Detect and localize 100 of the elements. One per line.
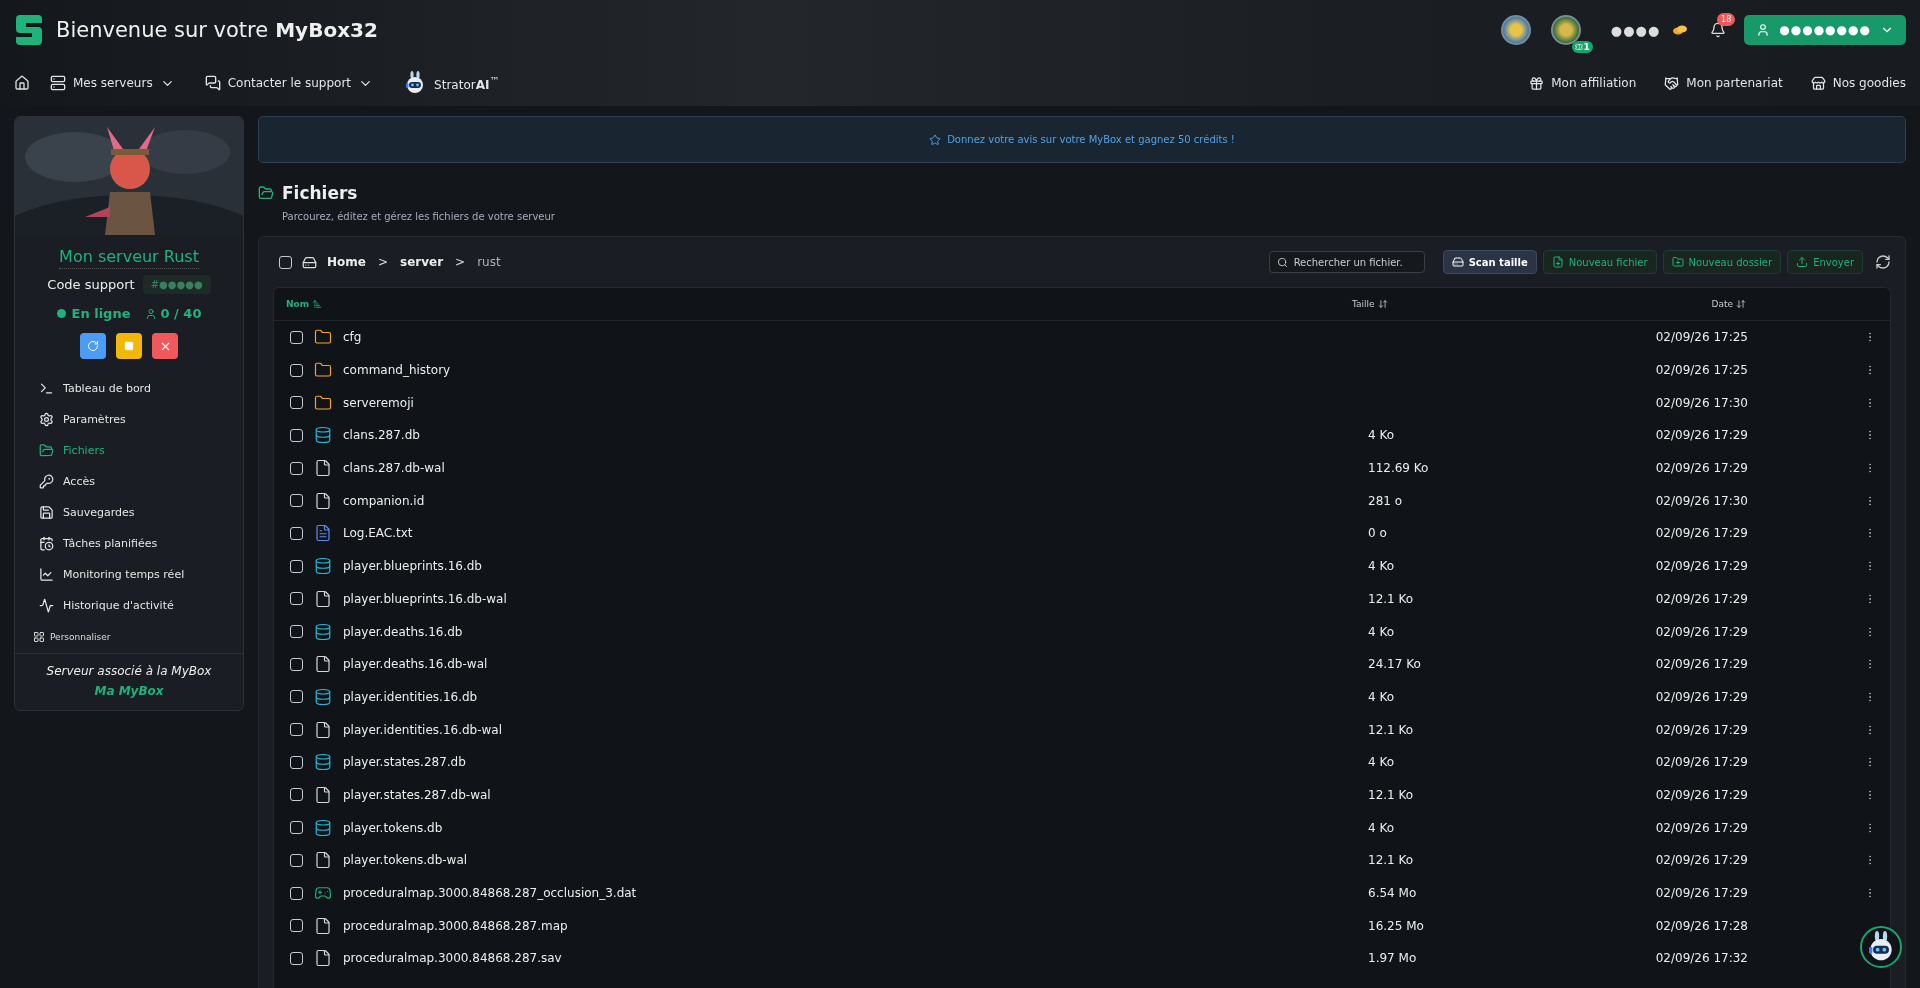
- search-field[interactable]: Rechercher un fichier.: [1268, 251, 1425, 273]
- stop-icon: [124, 341, 134, 351]
- row-checkbox[interactable]: [290, 788, 303, 802]
- file-name[interactable]: clans.287.db-wal: [343, 461, 445, 476]
- file-name[interactable]: serveremoji: [343, 395, 414, 410]
- file-name[interactable]: companion.id: [343, 493, 425, 508]
- feedback-banner[interactable]: Donnez votre avis sur votre MyBox et gagnez 50 crédits !: [258, 116, 1906, 163]
- file-name[interactable]: player.identities.16.db-wal: [343, 722, 503, 737]
- sidebar-item[interactable]: Sauvegardes: [39, 497, 243, 528]
- row-checkbox[interactable]: [290, 821, 303, 835]
- select-all-checkbox[interactable]: [279, 255, 292, 269]
- file-date: 02/09/26 17:28: [1655, 918, 1748, 933]
- row-checkbox[interactable]: [290, 690, 303, 704]
- pulse-icon: [39, 598, 54, 613]
- file-name[interactable]: player.deaths.16.db: [343, 624, 463, 639]
- folder-icon: [314, 328, 332, 347]
- user-menu-button[interactable]: ●●●●●●●●: [1744, 15, 1906, 45]
- row-checkbox[interactable]: [290, 592, 303, 606]
- nav-link[interactable]: Mon partenariat: [1664, 75, 1783, 91]
- file-name[interactable]: player.tokens.db: [343, 820, 443, 835]
- row-checkbox[interactable]: [290, 428, 303, 442]
- column-header[interactable]: Nom: [286, 299, 323, 309]
- file-name[interactable]: player.states.287.db-wal: [343, 787, 491, 802]
- logo-icon[interactable]: [14, 13, 44, 47]
- breadcrumb-link[interactable]: Home: [327, 255, 366, 269]
- row-checkbox[interactable]: [290, 886, 303, 900]
- file-size: 4 Ko: [1368, 820, 1396, 835]
- nav-menu[interactable]: Mes serveurs: [50, 75, 175, 91]
- file-name[interactable]: player.identities.16.db: [343, 689, 478, 704]
- file-name[interactable]: player.deaths.16.db-wal: [343, 657, 488, 672]
- file-name[interactable]: clans.287.db: [343, 428, 420, 443]
- toolbar-button[interactable]: Nouveau fichier: [1542, 250, 1657, 274]
- row-checkbox[interactable]: [290, 494, 303, 508]
- stop-button[interactable]: [116, 333, 142, 359]
- row-checkbox[interactable]: [290, 723, 303, 737]
- column-header[interactable]: Taille: [1352, 299, 1388, 309]
- file-name[interactable]: proceduralmap.3000.84868.287.sav: [343, 951, 562, 966]
- ai-assistant-link[interactable]: StratorAI$^{™}$: [403, 71, 500, 95]
- nav-link[interactable]: Nos goodies: [1810, 75, 1906, 91]
- text-file-icon: [314, 524, 332, 543]
- row-checkbox[interactable]: [290, 363, 303, 377]
- database-icon: [314, 426, 332, 445]
- calendar-clock-icon: [39, 536, 54, 551]
- toolbar-button[interactable]: Scan taille: [1442, 250, 1537, 274]
- row-checkbox[interactable]: [290, 396, 303, 410]
- avatar-icon[interactable]: [1500, 15, 1531, 45]
- row-checkbox[interactable]: [290, 330, 303, 344]
- database-icon: [314, 622, 332, 641]
- kill-button[interactable]: [152, 333, 178, 359]
- file-date: 02/09/26 17:29: [1655, 755, 1748, 770]
- file-date: 02/09/26 17:29: [1655, 461, 1748, 476]
- breadcrumb-link[interactable]: rust: [477, 255, 501, 269]
- row-checkbox[interactable]: [290, 526, 303, 540]
- customize-button[interactable]: Personnaliser: [15, 621, 243, 653]
- chat-icon: [204, 75, 221, 91]
- sidebar-item[interactable]: Monitoring temps réel: [39, 559, 243, 590]
- mybox-link[interactable]: Ma MyBox: [94, 684, 164, 698]
- row-checkbox[interactable]: [290, 657, 303, 671]
- avatar-icon[interactable]: [1550, 15, 1581, 45]
- refresh-button[interactable]: [1875, 254, 1891, 270]
- nav-menu[interactable]: Contacter le support: [204, 75, 374, 91]
- search-icon: [1276, 257, 1288, 268]
- sidebar-item[interactable]: Fichiers: [39, 435, 243, 466]
- home-icon[interactable]: [14, 75, 30, 91]
- file-name[interactable]: player.tokens.db-wal: [343, 853, 468, 868]
- folder-icon: [314, 361, 332, 380]
- toolbar-button[interactable]: Nouveau dossier: [1662, 250, 1782, 274]
- row-checkbox[interactable]: [290, 559, 303, 573]
- file-name[interactable]: proceduralmap.3000.84868.287.map: [343, 918, 568, 933]
- sidebar-item[interactable]: Tâches planifiées: [39, 528, 243, 559]
- row-checkbox[interactable]: [290, 461, 303, 475]
- file-date: 02/09/26 17:29: [1655, 853, 1748, 868]
- row-checkbox[interactable]: [290, 919, 303, 933]
- sidebar-item[interactable]: Tableau de bord: [39, 373, 243, 404]
- row-checkbox[interactable]: [290, 853, 303, 867]
- file-name[interactable]: proceduralmap.3000.84868.287_occlusion_3.dat: [343, 886, 637, 901]
- column-header[interactable]: Date: [1711, 299, 1746, 309]
- settings-icon: [39, 412, 54, 427]
- restart-button[interactable]: [80, 333, 106, 359]
- file-name[interactable]: player.states.287.db: [343, 755, 466, 770]
- file-name[interactable]: player.blueprints.16.db: [343, 559, 482, 574]
- file-name[interactable]: cfg: [343, 330, 362, 345]
- bell-icon[interactable]: [1710, 22, 1727, 38]
- file-name[interactable]: Log.EAC.txt: [343, 526, 413, 541]
- server-name[interactable]: Mon serveur Rust: [59, 247, 199, 269]
- sidebar-item[interactable]: Historique d'activité: [39, 590, 243, 621]
- server-status: En ligne: [56, 306, 131, 321]
- file-name[interactable]: command_history: [343, 363, 451, 378]
- nav-link[interactable]: Mon affiliation: [1529, 75, 1637, 91]
- file-name[interactable]: player.blueprints.16.db-wal: [343, 591, 507, 606]
- row-checkbox[interactable]: [290, 951, 303, 965]
- sidebar-item[interactable]: Accès: [39, 466, 243, 497]
- row-checkbox[interactable]: [290, 625, 303, 639]
- toolbar-button[interactable]: Envoyer: [1787, 250, 1863, 274]
- sidebar-item[interactable]: Paramètres: [39, 404, 243, 435]
- file-date: 02/09/26 17:32: [1655, 951, 1748, 966]
- file-icon: [314, 655, 332, 674]
- coins-icon: [1672, 24, 1689, 36]
- breadcrumb-link[interactable]: server: [400, 255, 444, 269]
- row-checkbox[interactable]: [290, 755, 303, 769]
